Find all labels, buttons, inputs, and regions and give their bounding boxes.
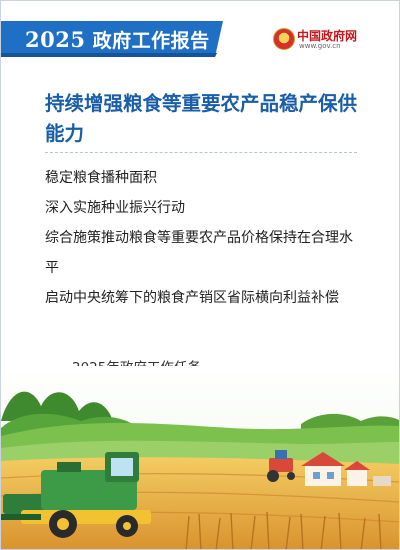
task-item: 稳定粮食播种面积 xyxy=(45,170,157,186)
headline: 持续增强粮食等重要农产品稳产保供能力 xyxy=(45,92,358,145)
task-item: 综合施策推动粮食等重要农产品价格保持在合理水平 xyxy=(45,230,353,276)
banner-title: 2025 政府工作报告 xyxy=(25,26,210,53)
national-emblem-icon xyxy=(273,28,295,50)
divider xyxy=(45,152,357,153)
poster-card: 2025 政府工作报告 中国政府网 www.gov.cn 持续增强粮食等重要农产… xyxy=(0,0,400,550)
farm-illustration xyxy=(1,366,399,549)
task-item: 启动中央统筹下的粮食产销区省际横向利益补偿 xyxy=(45,290,339,306)
gov-logo[interactable]: 中国政府网 www.gov.cn xyxy=(273,27,383,53)
banner-year: 2025 xyxy=(25,27,86,52)
report-banner: 2025 政府工作报告 xyxy=(1,19,231,59)
task-item: 深入实施种业振兴行动 xyxy=(45,200,185,216)
task-list: 稳定粮食播种面积 深入实施种业振兴行动 综合施策推动粮食等重要农产品价格保持在合… xyxy=(45,163,365,313)
banner-title-text: 政府工作报告 xyxy=(92,30,210,52)
logo-url: www.gov.cn xyxy=(299,42,341,50)
